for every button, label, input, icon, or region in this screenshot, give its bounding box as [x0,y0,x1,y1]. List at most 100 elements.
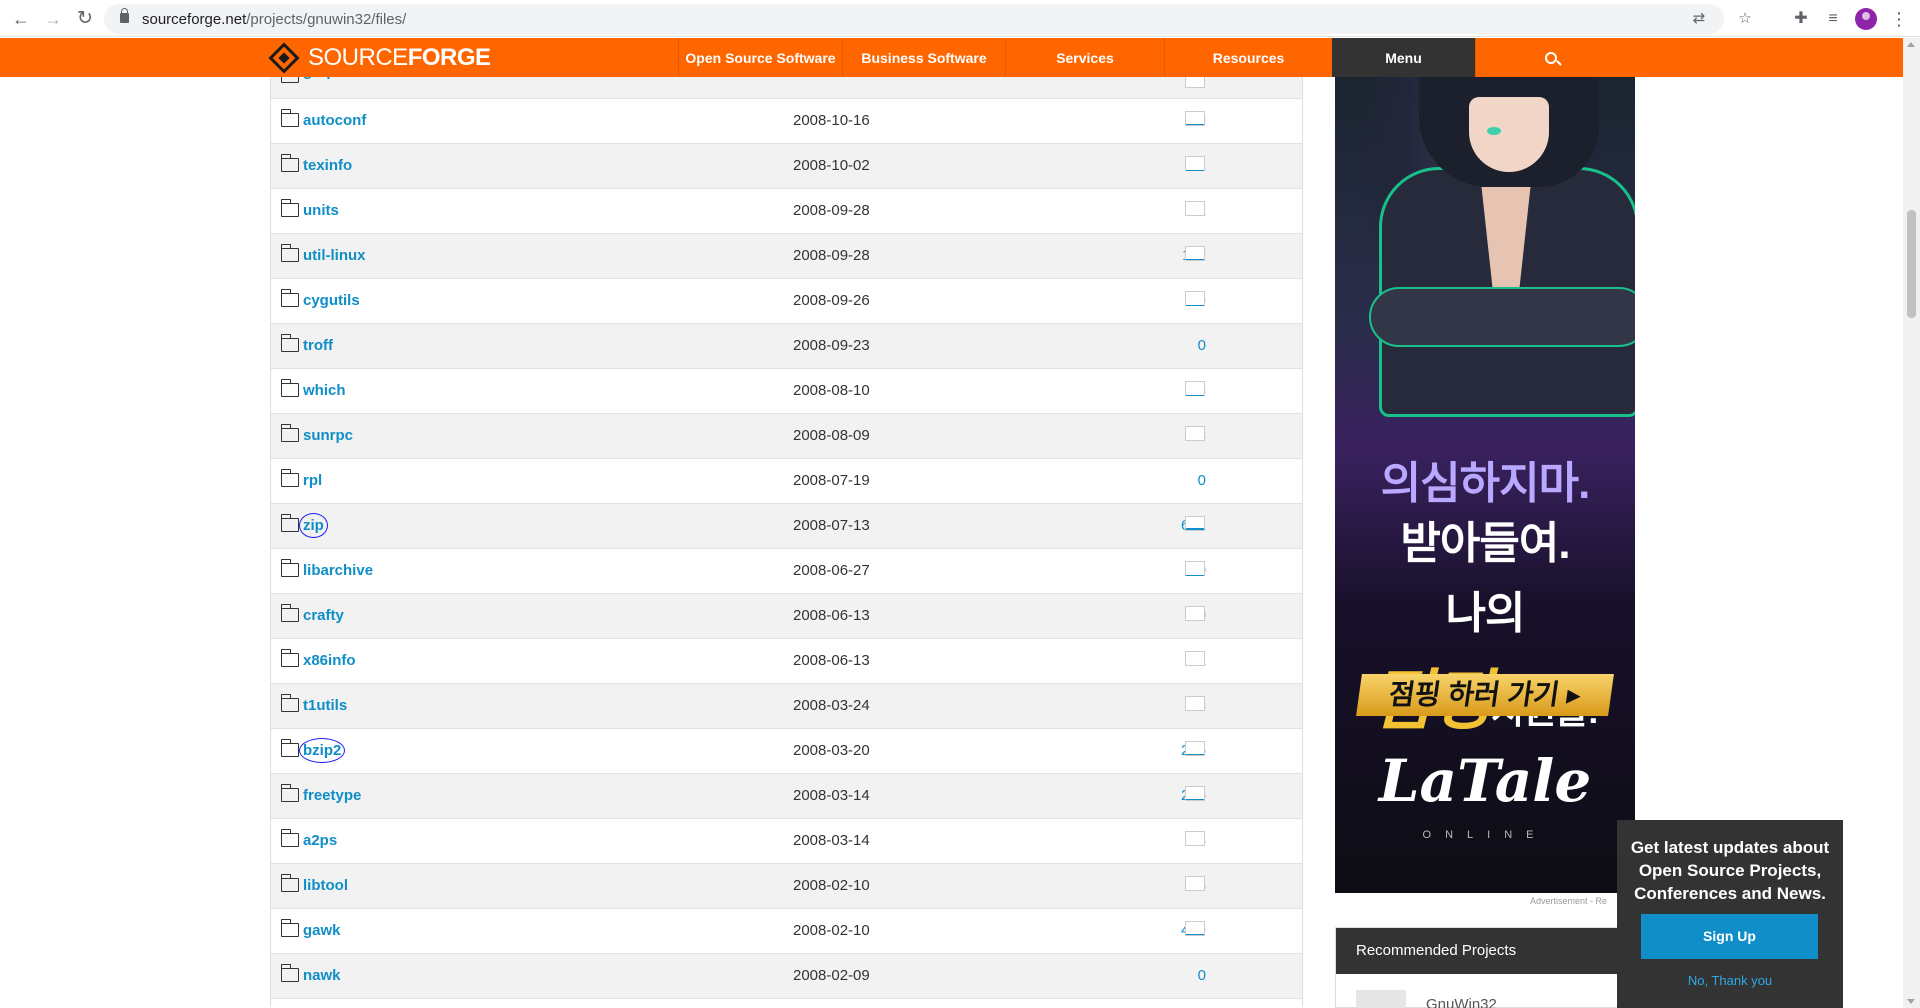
scroll-down-icon[interactable] [1907,999,1915,1004]
download-sparkline[interactable] [1185,696,1205,711]
download-sparkline[interactable] [1185,876,1205,891]
file-row[interactable]: nawk 2008-02-09 0 [271,954,1302,999]
file-row[interactable]: crafty2008-06-1310 [271,594,1302,639]
download-sparkline[interactable] [1185,77,1205,88]
folder-link[interactable]: bzip2 [298,738,346,763]
download-count[interactable]: 0 [1198,967,1206,984]
search-button[interactable] [1475,38,1626,77]
more-menu-icon[interactable]: ⋮ [1886,6,1912,32]
folder-link[interactable]: gawk [303,922,341,939]
folder-link[interactable]: zip [299,513,328,538]
folder-link[interactable]: rpl [303,472,322,489]
folder-link[interactable]: libtool [303,877,348,894]
folder-link[interactable]: which [303,382,346,399]
download-sparkline[interactable] [1185,561,1205,576]
download-sparkline[interactable] [1185,246,1205,261]
download-sparkline[interactable] [1185,606,1205,621]
folder-icon [280,559,299,577]
file-row[interactable]: t1utils2008-03-243 [271,684,1302,729]
file-row[interactable]: sunrpc2008-08-093 [271,414,1302,459]
nav-menu-button[interactable]: Menu [1332,38,1475,77]
folder-link[interactable]: units [303,202,339,219]
file-row[interactable] [271,999,1302,1007]
ad-cta-button[interactable]: 점핑 하러 가기 ▸ [1356,674,1614,716]
back-icon[interactable]: ← [8,6,34,32]
reload-icon[interactable]: ↻ [72,6,98,32]
file-row[interactable]: texinfo2008-10-0222 [271,144,1302,189]
scroll-thumb[interactable] [1907,210,1916,318]
project-thumbnail[interactable] [1356,990,1406,1008]
folder-link[interactable]: cygutils [303,292,360,309]
page-scrollbar[interactable] [1903,38,1920,1008]
folder-link[interactable]: sunrpc [303,427,353,444]
nav-services[interactable]: Services [1005,38,1164,77]
address-bar[interactable]: sourceforge.net/projects/gnuwin32/files/… [104,4,1752,34]
no-thanks-link[interactable]: No, Thank you [1617,973,1843,988]
download-sparkline[interactable] [1185,201,1205,216]
url-text[interactable]: sourceforge.net/projects/gnuwin32/files/ [142,11,406,28]
sourceforge-logo[interactable]: SOURCEFORGE [268,41,491,75]
folder-icon [280,334,299,352]
nav-business-software[interactable]: Business Software [842,38,1005,77]
download-sparkline[interactable] [1185,291,1205,306]
download-sparkline[interactable] [1185,516,1205,531]
download-sparkline[interactable] [1185,786,1205,801]
file-row[interactable]: units2008-09-282 [271,189,1302,234]
download-count[interactable]: 0 [1198,472,1206,489]
file-row[interactable]: util-linux2008-09-28117 [271,234,1302,279]
reading-list-icon[interactable]: ≡ [1820,6,1846,32]
download-sparkline[interactable] [1185,741,1205,756]
nav-open-source-software[interactable]: Open Source Software [678,38,842,77]
download-sparkline[interactable] [1185,831,1205,846]
folder-link[interactable]: texinfo [303,157,352,174]
file-row[interactable]: x86info2008-06-131 [271,639,1302,684]
file-row[interactable]: troff 2008-09-23 0 [271,324,1302,369]
folder-link[interactable]: freetype [303,787,361,804]
translate-icon[interactable]: ⇄ [1688,8,1710,30]
folder-link[interactable]: grap [303,77,336,80]
download-sparkline[interactable] [1185,426,1205,441]
folder-link[interactable]: x86info [303,652,356,669]
file-row[interactable]: cygutils2008-09-2619 [271,279,1302,324]
download-sparkline[interactable] [1185,156,1205,171]
file-date: 2008-06-13 [793,607,870,624]
folder-link[interactable]: libarchive [303,562,373,579]
lock-icon[interactable] [120,8,129,23]
scroll-up-icon[interactable] [1907,42,1915,47]
folder-link[interactable]: t1utils [303,697,347,714]
folder-link[interactable]: crafty [303,607,344,624]
recommended-project-link[interactable]: GnuWin32 [1426,996,1497,1008]
download-sparkline[interactable] [1185,651,1205,666]
file-row[interactable]: rpl 2008-07-19 0 [271,459,1302,504]
bookmark-star-icon[interactable]: ☆ [1734,8,1756,30]
folder-link[interactable]: a2ps [303,832,337,849]
file-row[interactable]: libtool2008-02-1013 [271,864,1302,909]
file-row[interactable]: bzip22008-03-20295 [271,729,1302,774]
folder-link[interactable]: nawk [303,967,341,984]
advertisement[interactable]: 의심하지마. 받아들여. 나의 점핑지원을! 점핑 하러 가기 ▸ LaTale… [1335,77,1635,893]
file-row[interactable]: libarchive2008-06-2740 [271,549,1302,594]
file-row[interactable]: zip2008-07-13601 [271,504,1302,549]
file-row[interactable]: freetype2008-03-14206 [271,774,1302,819]
nav-resources[interactable]: Resources [1164,38,1332,77]
file-date: 2008-09-28 [793,247,870,264]
download-sparkline[interactable] [1185,381,1205,396]
download-sparkline[interactable] [1185,111,1205,126]
signup-button[interactable]: Sign Up [1641,914,1818,959]
profile-avatar[interactable] [1855,8,1877,30]
folder-link[interactable]: autoconf [303,112,366,129]
file-row[interactable]: a2ps2008-03-148 [271,819,1302,864]
file-row[interactable]: grap2008-10-262 [271,77,1302,99]
download-count[interactable]: 0 [1198,337,1206,354]
folder-icon [280,784,299,802]
forward-icon[interactable]: → [40,6,66,32]
folder-link[interactable]: util-linux [303,247,366,264]
extensions-icon[interactable]: ✚ [1788,6,1814,32]
file-row[interactable]: which2008-08-1028 [271,369,1302,414]
folder-link[interactable]: troff [303,337,333,354]
file-row[interactable]: autoconf2008-10-1669 [271,99,1302,144]
file-row[interactable]: gawk2008-02-10459 [271,909,1302,954]
folder-icon [280,244,299,262]
site-header: SOURCEFORGE Open Source Software Busines… [0,38,1903,77]
download-sparkline[interactable] [1185,921,1205,936]
